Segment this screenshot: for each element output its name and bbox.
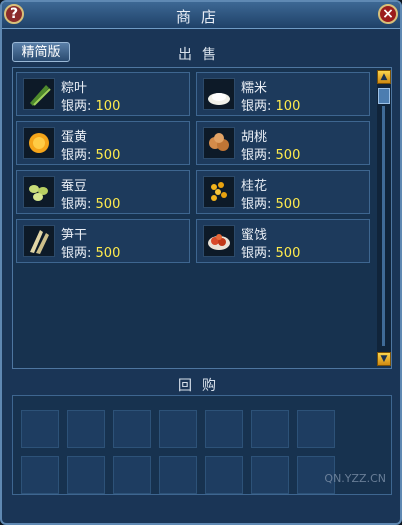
buyback-slot[interactable] bbox=[21, 456, 59, 494]
item-name: 蚕豆 bbox=[61, 179, 88, 194]
item-price: 银两: 500 bbox=[61, 242, 120, 261]
item-list-scrollbar[interactable]: ▲ ▼ bbox=[377, 70, 391, 366]
item-price: 银两: 500 bbox=[241, 144, 300, 163]
buyback-slot[interactable] bbox=[251, 410, 289, 448]
shop-item[interactable]: 笋干 银两: 500 bbox=[16, 219, 190, 263]
price-value: 500 bbox=[95, 197, 121, 212]
item-price: 银两: 500 bbox=[241, 193, 300, 212]
price-label: 银两: bbox=[241, 246, 272, 261]
scroll-thumb[interactable] bbox=[378, 88, 390, 104]
dried-bamboo-shoot-icon bbox=[23, 225, 55, 257]
window-title: 商店 bbox=[175, 8, 226, 26]
title-bar: ? 商店 × bbox=[2, 2, 400, 29]
buyback-slot[interactable] bbox=[67, 410, 105, 448]
walnut-icon bbox=[203, 127, 235, 159]
price-label: 银两: bbox=[61, 148, 92, 163]
item-name: 粽叶 bbox=[61, 81, 88, 96]
item-name: 蛋黄 bbox=[61, 130, 88, 145]
close-button[interactable]: × bbox=[378, 4, 398, 24]
shop-item[interactable]: 蛋黄 银两: 500 bbox=[16, 121, 190, 165]
glutinous-rice-icon bbox=[203, 78, 235, 110]
zongzi-leaf-icon bbox=[23, 78, 55, 110]
price-label: 银两: bbox=[61, 197, 92, 212]
item-price: 银两: 500 bbox=[61, 144, 120, 163]
price-value: 500 bbox=[275, 246, 301, 261]
shop-item[interactable]: 蚕豆 银两: 500 bbox=[16, 170, 190, 214]
price-label: 银两: bbox=[61, 246, 92, 261]
item-price: 银两: 100 bbox=[61, 95, 120, 114]
osmanthus-icon bbox=[203, 176, 235, 208]
shop-item[interactable]: 桂花 银两: 500 bbox=[196, 170, 370, 214]
price-value: 500 bbox=[95, 246, 121, 261]
buyback-slot[interactable] bbox=[205, 410, 243, 448]
price-value: 500 bbox=[275, 197, 301, 212]
item-price: 银两: 100 bbox=[241, 95, 300, 114]
shop-item[interactable]: 糯米 银两: 100 bbox=[196, 72, 370, 116]
scroll-track[interactable] bbox=[382, 106, 385, 346]
item-name: 糯米 bbox=[241, 81, 268, 96]
price-label: 银两: bbox=[241, 99, 272, 114]
price-label: 银两: bbox=[241, 197, 272, 212]
buyback-section-label: 回购 bbox=[178, 378, 226, 394]
shop-window: ? 商店 × 精简版 出售 粽叶 银两: 100 糯米 银两: 100 蛋黄 银… bbox=[0, 0, 402, 525]
broad-bean-icon bbox=[23, 176, 55, 208]
shop-item[interactable]: 蜜饯 银两: 500 bbox=[196, 219, 370, 263]
sell-section-label: 出售 bbox=[178, 47, 226, 63]
price-value: 100 bbox=[95, 99, 121, 114]
price-label: 银两: bbox=[241, 148, 272, 163]
scroll-up-button[interactable]: ▲ bbox=[377, 70, 391, 84]
item-name: 笋干 bbox=[61, 228, 88, 243]
price-label: 银两: bbox=[61, 99, 92, 114]
watermark-text: QN.YZZ.CN bbox=[324, 472, 386, 485]
buyback-slot[interactable] bbox=[67, 456, 105, 494]
price-value: 500 bbox=[275, 148, 301, 163]
buyback-slot[interactable] bbox=[205, 456, 243, 494]
item-price: 银两: 500 bbox=[241, 242, 300, 261]
item-name: 胡桃 bbox=[241, 130, 268, 145]
sell-item-list: 粽叶 银两: 100 糯米 银两: 100 蛋黄 银两: 500 胡桃 银两: … bbox=[12, 67, 392, 369]
buyback-slot[interactable] bbox=[113, 456, 151, 494]
price-value: 500 bbox=[95, 148, 121, 163]
price-value: 100 bbox=[275, 99, 301, 114]
shop-item[interactable]: 胡桃 银两: 500 bbox=[196, 121, 370, 165]
scroll-down-button[interactable]: ▼ bbox=[377, 352, 391, 366]
item-price: 银两: 500 bbox=[61, 193, 120, 212]
item-name: 蜜饯 bbox=[241, 228, 268, 243]
egg-yolk-icon bbox=[23, 127, 55, 159]
simplified-mode-button[interactable]: 精简版 bbox=[12, 42, 70, 62]
buyback-slot[interactable] bbox=[159, 456, 197, 494]
buyback-slot[interactable] bbox=[159, 410, 197, 448]
buyback-slot[interactable] bbox=[113, 410, 151, 448]
item-name: 桂花 bbox=[241, 179, 268, 194]
buyback-slot[interactable] bbox=[297, 410, 335, 448]
shop-item[interactable]: 粽叶 银两: 100 bbox=[16, 72, 190, 116]
buyback-slot[interactable] bbox=[251, 456, 289, 494]
buyback-slot[interactable] bbox=[21, 410, 59, 448]
candied-fruit-icon bbox=[203, 225, 235, 257]
